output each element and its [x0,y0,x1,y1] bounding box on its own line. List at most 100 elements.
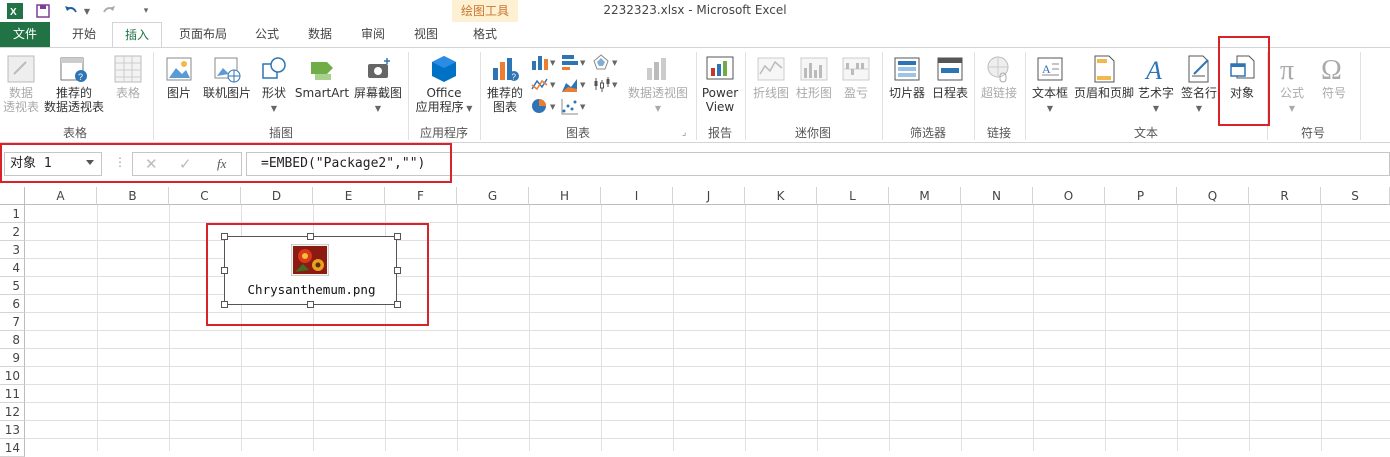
column-header[interactable]: A [25,187,97,205]
tab-file[interactable]: 文件 [0,22,50,47]
smartart-button[interactable]: SmartArt [294,54,350,100]
highlight-embedded-object [206,223,429,326]
office-apps-button[interactable]: Office 应用程序 ▼ [412,54,476,116]
row-header[interactable]: 14 [0,439,25,457]
column-header[interactable]: N [961,187,1033,205]
svg-text:A: A [1042,62,1051,76]
shapes-dropdown-icon: ▼ [270,104,278,113]
row-header[interactable]: 10 [0,367,25,385]
gridline [817,205,818,451]
column-header[interactable]: M [889,187,961,205]
table-icon [114,55,142,83]
tab-review[interactable]: 审阅 [350,22,396,47]
textbox-icon: A [1037,57,1063,81]
column-header[interactable]: C [169,187,241,205]
group-label-links: 链接 [986,126,1011,140]
row-header[interactable]: 6 [0,295,25,313]
radar-chart-button[interactable]: ▼ [592,52,618,72]
power-view-button[interactable]: Power View [700,54,740,114]
wordart-button[interactable]: A 艺术字 ▼ [1136,54,1176,116]
winloss-sparkline-button[interactable]: 盈亏 [836,54,876,100]
column-header[interactable]: K [745,187,817,205]
row-header[interactable]: 1 [0,205,25,223]
highlight-object-button [1218,36,1270,126]
gridline [1249,205,1250,451]
pivot-chart-button[interactable]: 数据透视图 ▼ [626,54,690,116]
bar-chart-button[interactable]: ▼ [560,52,586,72]
office-apps-dropdown-icon: ▼ [463,104,473,113]
textbox-button[interactable]: A 文本框 ▼ [1028,54,1072,116]
column-chart-button[interactable]: ▼ [530,52,556,72]
line-sparkline-button[interactable]: 折线图 [750,54,792,100]
column-header[interactable]: S [1321,187,1390,205]
table-button[interactable]: 表格 [108,54,148,100]
picture-button[interactable]: 图片 [160,54,198,100]
tab-insert[interactable]: 插入 [112,22,162,48]
column-header[interactable]: Q [1177,187,1249,205]
group-label-apps: 应用程序 [419,126,468,140]
gridline [1177,205,1178,451]
equation-button[interactable]: π 公式 ▼ [1272,54,1312,116]
row-header[interactable]: 2 [0,223,25,241]
row-header[interactable]: 9 [0,349,25,367]
slicer-button[interactable]: 切片器 [886,54,928,100]
online-picture-button[interactable]: 联机图片 [200,54,254,100]
pivot-table-button[interactable]: 数据 透视表 [2,54,40,114]
screenshot-button[interactable]: 屏幕截图 ▼ [352,54,404,116]
shapes-button[interactable]: 形状 ▼ [256,54,292,116]
timeline-button[interactable]: 日程表 [930,54,970,100]
tab-home[interactable]: 开始 [60,22,108,47]
row-header[interactable]: 7 [0,313,25,331]
gridline [25,366,1390,367]
recommended-pivot-button[interactable]: ? 推荐的 数据透视表 [42,54,106,114]
row-header[interactable]: 4 [0,259,25,277]
screenshot-icon [368,58,390,78]
symbol-button[interactable]: Ω 符号 [1314,54,1354,100]
gridline [457,205,458,451]
column-header[interactable]: J [673,187,745,205]
group-label-sparklines: 迷你图 [794,126,831,140]
area-chart-button[interactable]: ▼ [560,74,586,94]
row-header[interactable]: 8 [0,331,25,349]
column-header[interactable]: L [817,187,889,205]
tab-view[interactable]: 视图 [403,22,449,47]
pie-chart-button[interactable]: ▼ [530,96,556,116]
tab-page-layout[interactable]: 页面布局 [170,22,236,47]
charts-dialog-launcher-icon[interactable]: ⌟ [682,128,686,138]
column-header[interactable]: G [457,187,529,205]
column-sparkline-button[interactable]: 柱形图 [794,54,834,100]
office-store-icon [432,56,456,82]
stock-chart-button[interactable]: ▼ [592,74,618,94]
gridline [169,205,170,451]
column-header[interactable]: F [385,187,457,205]
recommended-charts-button[interactable]: ? 推荐的 图表 [484,54,526,114]
tab-data[interactable]: 数据 [297,22,343,47]
header-footer-button[interactable]: 页眉和页脚 [1072,54,1136,100]
column-header[interactable]: D [241,187,313,205]
line-chart-button[interactable]: ▼ [530,74,556,94]
hyperlink-button[interactable]: 超链接 [978,54,1020,100]
gridline [673,205,674,451]
column-header[interactable]: E [313,187,385,205]
gridline [1321,205,1322,451]
row-header[interactable]: 5 [0,277,25,295]
row-header[interactable]: 12 [0,403,25,421]
row-header[interactable]: 3 [0,241,25,259]
winloss-sparkline-icon [842,57,870,81]
tab-formulas[interactable]: 公式 [244,22,290,47]
select-all-corner[interactable] [0,187,25,205]
tab-format[interactable]: 格式 [452,22,518,47]
row-header[interactable]: 13 [0,421,25,439]
row-header[interactable]: 11 [0,385,25,403]
column-header[interactable]: R [1249,187,1321,205]
group-label-tables: 表格 [62,126,87,140]
column-header[interactable]: B [97,187,169,205]
signature-line-button[interactable]: 签名行 ▼ [1178,54,1220,116]
area-chart-icon: ▼ [562,79,586,92]
column-header[interactable]: I [601,187,673,205]
wordart-dropdown-icon: ▼ [1152,104,1160,113]
scatter-chart-button[interactable]: ▼ [560,96,586,116]
column-header[interactable]: P [1105,187,1177,205]
column-header[interactable]: O [1033,187,1105,205]
column-header[interactable]: H [529,187,601,205]
